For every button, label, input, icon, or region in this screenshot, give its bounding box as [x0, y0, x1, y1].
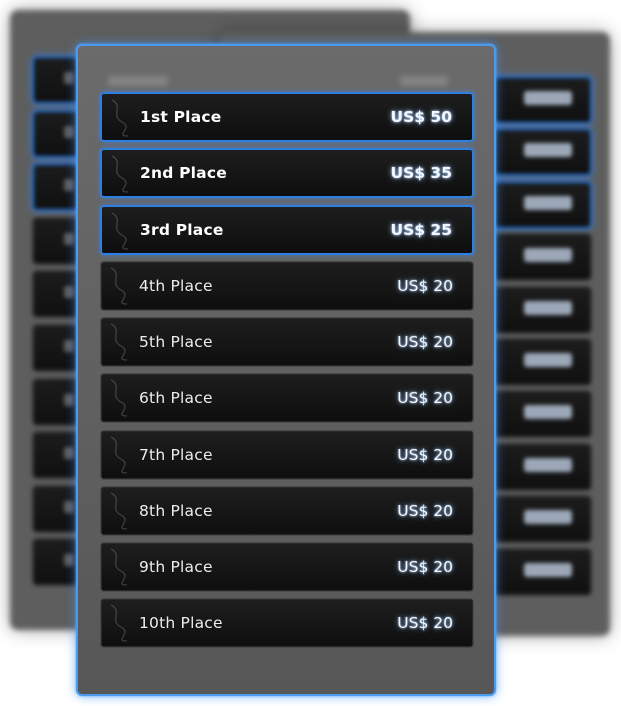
swirl-ornament-icon: [111, 211, 129, 250]
prize-amount: US$ 20: [397, 445, 453, 464]
swirl-ornament-icon: [111, 99, 129, 137]
prize-amount: US$ 20: [397, 558, 453, 576]
prize-list-panel: 1st Place US$ 50 2nd Place US$ 35 3rd Pl…: [76, 44, 496, 696]
prize-row-5th[interactable]: 5th Place US$ 20: [100, 317, 474, 367]
prize-row-9th[interactable]: 9th Place US$ 20: [100, 542, 474, 592]
place-label: 8th Place: [139, 501, 213, 520]
place-label: 6th Place: [139, 389, 213, 408]
prize-amount: US$ 20: [397, 333, 453, 351]
prize-row-2nd[interactable]: 2nd Place US$ 35: [100, 148, 474, 199]
prize-row-10th[interactable]: 10th Place US$ 20: [100, 598, 474, 649]
swirl-ornament-icon: [110, 435, 128, 474]
place-label: 9th Place: [139, 558, 213, 576]
prize-amount: US$ 20: [397, 389, 453, 408]
prize-row-8th[interactable]: 8th Place US$ 20: [100, 485, 474, 536]
swirl-ornament-icon: [110, 492, 128, 530]
place-label: 1st Place: [140, 108, 222, 126]
place-label: 4th Place: [139, 276, 213, 295]
prize-row-4th[interactable]: 4th Place US$ 20: [100, 260, 474, 311]
panel-header-blurred: [108, 72, 448, 92]
swirl-ornament-icon: [110, 548, 128, 586]
swirl-ornament-icon: [110, 267, 128, 305]
prize-amount: US$ 20: [397, 276, 453, 295]
place-label: 3rd Place: [140, 220, 224, 239]
prize-amount: US$ 20: [397, 614, 453, 633]
prize-amount: US$ 35: [390, 164, 452, 183]
prize-list: 1st Place US$ 50 2nd Place US$ 35 3rd Pl…: [100, 92, 474, 655]
swirl-ornament-icon: [111, 155, 129, 193]
place-label: 5th Place: [139, 333, 213, 351]
prize-row-6th[interactable]: 6th Place US$ 20: [100, 373, 474, 424]
swirl-ornament-icon: [110, 323, 128, 361]
prize-amount: US$ 25: [390, 220, 452, 239]
prize-amount: US$ 50: [390, 108, 452, 126]
place-label: 10th Place: [139, 614, 223, 633]
prize-row-1st[interactable]: 1st Place US$ 50: [100, 92, 474, 142]
place-label: 2nd Place: [140, 164, 227, 183]
place-label: 7th Place: [139, 445, 213, 464]
swirl-ornament-icon: [110, 379, 128, 417]
prize-row-3rd[interactable]: 3rd Place US$ 25: [100, 204, 474, 255]
prize-amount: US$ 20: [397, 501, 453, 520]
prize-row-7th[interactable]: 7th Place US$ 20: [100, 429, 474, 480]
swirl-ornament-icon: [110, 604, 128, 642]
